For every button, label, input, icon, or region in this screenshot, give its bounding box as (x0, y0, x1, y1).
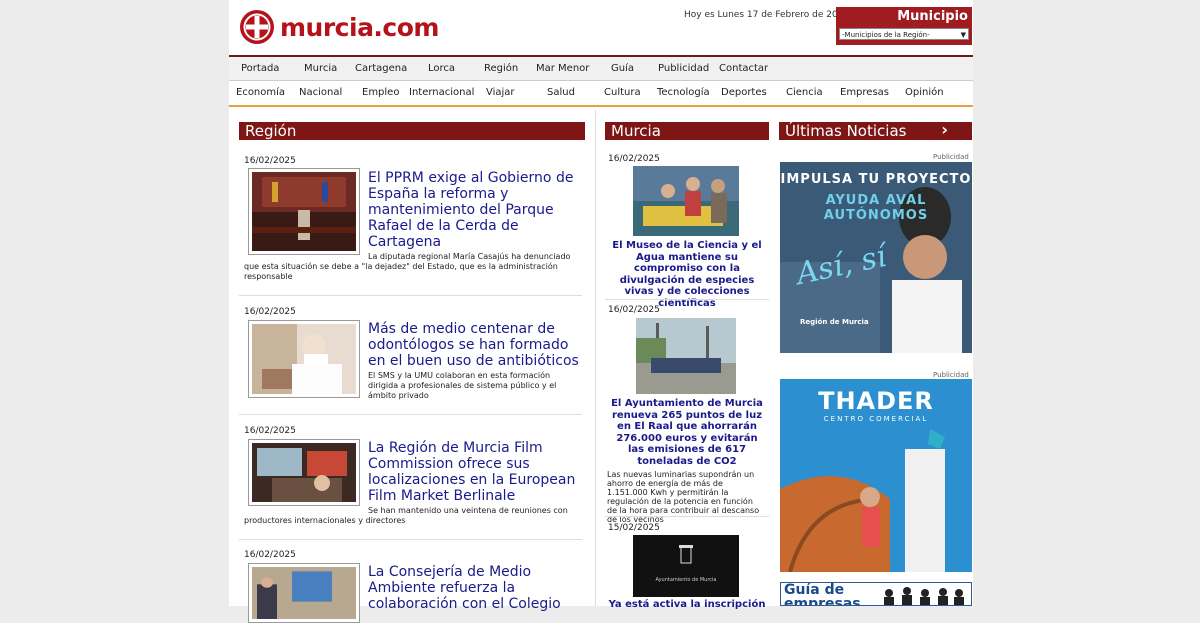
article-date: 15/02/2025 (608, 523, 660, 533)
article-title-link[interactable]: Más de medio centenar de odontólogos se … (368, 321, 580, 369)
ad-label: Publicidad (933, 153, 969, 161)
film-market-image (252, 443, 356, 502)
article-title-link[interactable]: La Consejería de Medio Ambiente refuerza… (368, 564, 580, 612)
article-date: 16/02/2025 (244, 550, 296, 560)
people-silhouettes-icon (884, 587, 964, 605)
article-separator (605, 299, 769, 300)
municipio-select[interactable]: -Municipios de la Región- ▼ (839, 28, 969, 40)
article-thumbnail[interactable] (636, 318, 736, 394)
header-date: Hoy es Lunes 17 de Febrero de 2025 (684, 10, 850, 20)
nav-publicidad[interactable]: Publicidad (658, 57, 709, 81)
article-summary: La diputada regional María Casajús ha de… (244, 252, 571, 281)
nav-cartagena[interactable]: Cartagena (355, 57, 407, 81)
section-heading-region[interactable]: Región (239, 122, 585, 140)
article-thumbnail[interactable]: Ayuntamiento de Murcia (633, 535, 739, 597)
ad-footer: Región de Murcia (800, 318, 869, 326)
site-name: murcia.com (280, 12, 439, 42)
article-thumbnail[interactable] (248, 168, 360, 255)
ad-banner-thader[interactable]: THADER CENTRO COMERCIAL (780, 379, 972, 572)
article-thumbnail[interactable] (248, 563, 360, 623)
nav-guia[interactable]: Guía (611, 57, 634, 81)
nav-internacional[interactable]: Internacional (409, 81, 474, 105)
nav-contactar[interactable]: Contactar (719, 57, 768, 81)
article-date: 16/02/2025 (244, 307, 296, 317)
municipio-box: Municipio -Municipios de la Región- ▼ (836, 7, 972, 45)
article-separator (239, 295, 582, 296)
dentist-image (252, 324, 356, 394)
logo-cross-icon (240, 10, 274, 44)
nav-viajar[interactable]: Viajar (486, 81, 515, 105)
article-separator (239, 539, 582, 540)
nav-cultura[interactable]: Cultura (604, 81, 641, 105)
nav-deportes[interactable]: Deportes (721, 81, 767, 105)
article-title-link[interactable]: La Región de Murcia Film Commission ofre… (368, 440, 580, 504)
article-title-link[interactable]: El PPRM exige al Gobierno de España la r… (368, 170, 578, 250)
article-date: 16/02/2025 (244, 426, 296, 436)
article-separator (605, 516, 769, 517)
meeting-image (252, 567, 356, 619)
nav-opinion[interactable]: Opinión (905, 81, 944, 105)
primary-nav: Portada Murcia Cartagena Lorca Región Ma… (229, 55, 973, 81)
ultimas-noticias-heading[interactable]: Últimas Noticias › (779, 120, 972, 140)
streetlights-image (636, 318, 736, 394)
municipio-select-value: -Municipios de la Región- (842, 31, 930, 39)
ultimas-noticias-label: Últimas Noticias (785, 122, 907, 140)
nav-economia[interactable]: Economía (236, 81, 285, 105)
municipio-title: Municipio (897, 9, 968, 24)
ad-headline: IMPULSA TU PROYECTO (780, 172, 972, 187)
site-logo[interactable]: murcia.com (240, 8, 439, 46)
nav-empresas[interactable]: Empresas (840, 81, 889, 105)
ad-brand: THADER (818, 387, 934, 415)
nav-lorca[interactable]: Lorca (428, 57, 455, 81)
article-title-link[interactable]: El Ayuntamiento de Murcia renueva 265 pu… (607, 398, 767, 467)
article-summary: El SMS y la UMU colaboran en esta formac… (368, 371, 557, 400)
nav-nacional[interactable]: Nacional (299, 81, 342, 105)
article-title-link[interactable]: Ya está activa la inscripción (607, 599, 767, 611)
secondary-nav: Economía Nacional Empleo Internacional V… (229, 81, 973, 107)
article-separator (239, 414, 582, 415)
article-thumbnail[interactable] (248, 439, 360, 506)
ad-label: Publicidad (933, 371, 969, 379)
article-thumbnail[interactable] (633, 166, 739, 236)
parliament-image (252, 172, 356, 251)
nav-region[interactable]: Región (484, 57, 518, 81)
column-divider (595, 110, 596, 606)
section-heading-murcia[interactable]: Murcia (605, 122, 769, 140)
nav-murcia[interactable]: Murcia (304, 57, 337, 81)
ad-brand-sub: CENTRO COMERCIAL (823, 415, 929, 423)
nav-salud[interactable]: Salud (547, 81, 575, 105)
article-date: 16/02/2025 (608, 305, 660, 315)
nav-mar-menor[interactable]: Mar Menor (536, 57, 589, 81)
chevron-right-icon: › (941, 120, 948, 139)
chevron-down-icon: ▼ (960, 31, 966, 39)
ad-banner-guia-empresas[interactable]: Guía de empresas (780, 582, 972, 606)
article-date: 16/02/2025 (244, 156, 296, 166)
nav-ciencia[interactable]: Ciencia (786, 81, 823, 105)
article-date: 16/02/2025 (608, 154, 660, 164)
ad-brand: Guía de empresas (784, 582, 861, 606)
nav-portada[interactable]: Portada (241, 57, 279, 81)
article-thumbnail[interactable] (248, 320, 360, 398)
image-caption: Ayuntamiento de Murcia (655, 577, 717, 583)
ad-subheadline: AYUDA AVAL AUTÓNOMOS (823, 193, 929, 223)
nav-empleo[interactable]: Empleo (362, 81, 399, 105)
museum-image (633, 166, 739, 236)
nav-tecnologia[interactable]: Tecnología (657, 81, 710, 105)
article-summary: Se han mantenido una veintena de reunion… (244, 506, 568, 525)
city-hall-logo-icon (633, 535, 739, 597)
ad-banner-impulsa[interactable]: IMPULSA TU PROYECTO AYUDA AVAL AUTÓNOMOS… (780, 162, 972, 353)
